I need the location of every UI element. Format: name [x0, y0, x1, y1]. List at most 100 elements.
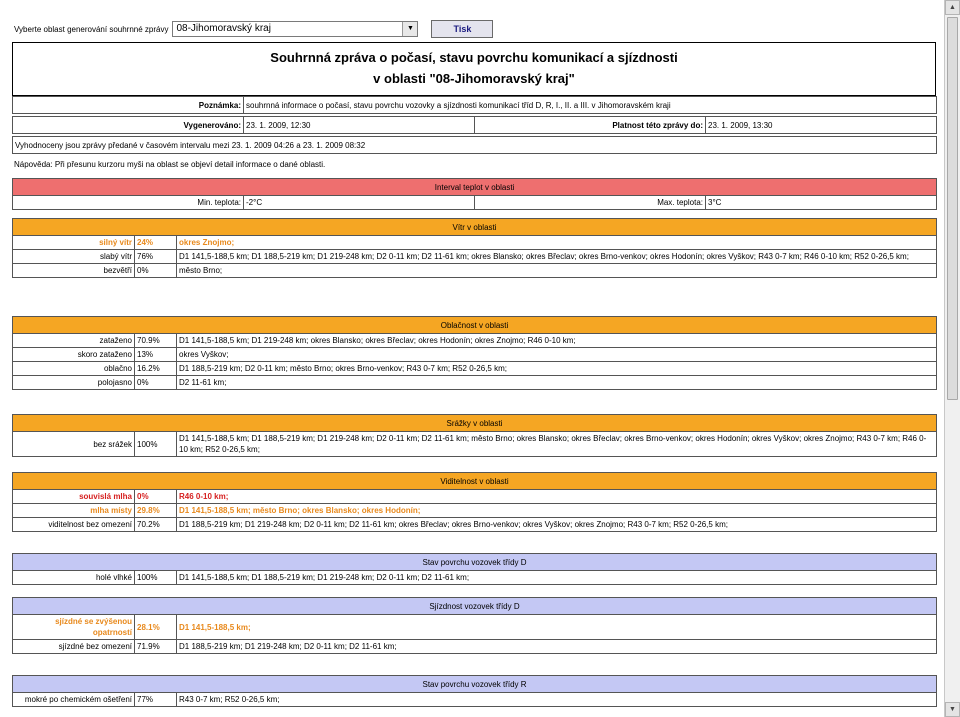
min-temp-value: -2°C [243, 195, 475, 210]
scroll-up-icon[interactable]: ▲ [945, 0, 960, 15]
note-table: Poznámka: souhrnná informace o počasí, s… [12, 96, 937, 114]
table-row[interactable]: zataženo 70.9% D1 141,5-188,5 km; D1 219-2… [12, 333, 938, 348]
temperature-table: Interval teplot v oblasti Min. teplota: … [11, 178, 938, 210]
condition-label: silný vítr [12, 235, 135, 250]
table-row[interactable]: mokré po chemickém ošetření 77% R43 0-7 km… [12, 692, 938, 707]
section-stav-povrchu-vozovek-tridy-r: Stav povrchu vozovek třídy Rmokré po che… [11, 675, 938, 707]
condition-label: holé vlhké [12, 570, 135, 585]
table-row[interactable]: souvislá mlha 0% R46 0-10 km; [12, 489, 938, 504]
report-page: Vyberte oblast generování souhrnné zpráv… [0, 0, 944, 717]
generated-table: Vygenerováno: 23. 1. 2009, 12:30 Platnos… [12, 116, 937, 134]
condition-areas: okres Vyškov; [175, 347, 938, 362]
condition-label: skoro zataženo [12, 347, 135, 362]
condition-percent: 76% [134, 249, 177, 264]
scroll-down-icon[interactable]: ▼ [945, 702, 960, 717]
region-select[interactable]: 08-Jihomoravský kraj ▼ [172, 21, 419, 37]
condition-label: polojasno [12, 375, 135, 390]
generated-row: Vygenerováno: 23. 1. 2009, 12:30 Platnos… [12, 116, 937, 134]
section-vitr-v-oblasti: Vítr v oblasti silný vítr 24% okres Znojmo;… [11, 218, 938, 278]
condition-areas: D1 141,5-188,5 km; [175, 614, 938, 640]
table-row[interactable]: oblačno 16.2% D1 188,5-219 km; D2 0-11 km;… [12, 361, 938, 376]
table-row[interactable]: skoro zataženo 13% okres Vyškov; [12, 347, 938, 362]
region-select-label: Vyberte oblast generování souhrnné zpráv… [14, 24, 169, 34]
scrollbar-thumb[interactable] [947, 17, 958, 400]
condition-label: bezvětří [12, 263, 135, 278]
condition-percent: 0% [134, 375, 177, 390]
generated-value: 23. 1. 2009, 12:30 [243, 116, 475, 134]
condition-percent: 70.9% [134, 333, 177, 348]
interval-table: Vyhodnoceny jsou zprávy předané v časové… [12, 136, 937, 154]
condition-areas: okres Znojmo; [175, 235, 938, 250]
section-header: Sjízdnost vozovek třídy D [11, 597, 938, 615]
condition-percent: 100% [134, 431, 177, 457]
table-row[interactable]: polojasno 0% D2 11-61 km; [12, 375, 938, 390]
condition-areas: D2 11-61 km; [175, 375, 938, 390]
chevron-down-icon[interactable]: ▼ [402, 22, 418, 36]
condition-percent: 71.9% [134, 639, 177, 654]
condition-label: mlha místy [12, 503, 135, 518]
condition-areas: D1 141,5-188,5 km; D1 188,5-219 km; D1 2… [175, 249, 938, 264]
section-header: Oblačnost v oblasti [11, 316, 938, 334]
condition-label: slabý vítr [12, 249, 135, 264]
vertical-scrollbar[interactable]: ▲ ▼ [944, 0, 960, 717]
table-row[interactable]: bez srážek 100% D1 141,5-188,5 km; D1 188,… [12, 431, 937, 457]
condition-percent: 70.2% [134, 517, 177, 532]
condition-areas: D1 188,5-219 km; D1 219-248 km; D2 0-11 … [175, 639, 938, 654]
condition-percent: 77% [134, 692, 177, 707]
condition-percent: 29.8% [134, 503, 177, 518]
max-temp-label: Max. teplota: [474, 195, 706, 210]
table-row[interactable]: silný vítr 24% okres Znojmo; [12, 235, 938, 250]
condition-label: souvislá mlha [12, 489, 135, 504]
print-button[interactable]: Tisk [431, 20, 494, 38]
condition-areas: D1 188,5-219 km; D1 219-248 km; D2 0-11 … [175, 517, 938, 532]
section-stav-povrchu-vozovek-tridy-d: Stav povrchu vozovek třídy Dholé vlhké 10… [11, 553, 938, 585]
condition-areas: D1 141,5-188,5 km; D1 188,5-219 km; D1 2… [175, 570, 938, 585]
report-subtitle: v oblasti "08-Jihomoravský kraj" [373, 71, 575, 86]
validity-value: 23. 1. 2009, 13:30 [705, 116, 937, 134]
max-temp-value: 3°C [704, 195, 938, 210]
section-oblacnost-v-oblasti: Oblačnost v oblasti zataženo 70.9% D1 141,5… [11, 316, 938, 390]
condition-label: sjízdné bez omezení [12, 639, 135, 654]
section-header: Viditelnost v oblasti [11, 472, 938, 490]
temperature-row[interactable]: Min. teplota: -2°C Max. teplota: 3°C [12, 195, 938, 210]
temperature-header: Interval teplot v oblasti [11, 178, 938, 196]
interval-text: Vyhodnoceny jsou zprávy předané v časové… [12, 136, 937, 154]
hover-hint: Nápověda: Při přesunu kurzoru myši na ob… [14, 160, 326, 169]
region-form: Vyberte oblast generování souhrnné zpráv… [14, 20, 494, 38]
condition-areas: D1 141,5-188,5 km; město Brno; okres Bla… [175, 503, 938, 518]
generated-label: Vygenerováno: [12, 116, 244, 134]
condition-label: mokré po chemickém ošetření [12, 692, 135, 707]
report-title-box: Souhrnná zpráva o počasí, stavu povrchu … [12, 42, 936, 96]
report-title: Souhrnná zpráva o počasí, stavu povrchu … [270, 50, 678, 65]
condition-percent: 24% [134, 235, 177, 250]
condition-percent: 28.1% [134, 614, 177, 640]
condition-areas: D1 188,5-219 km; D2 0-11 km; město Brno;… [175, 361, 938, 376]
condition-label: bez srážek [12, 431, 135, 457]
condition-label: oblačno [12, 361, 135, 376]
condition-percent: 13% [134, 347, 177, 362]
condition-areas: D1 141,5-188,5 km; D1 219-248 km; okres … [175, 333, 938, 348]
note-row: Poznámka: souhrnná informace o počasí, s… [12, 96, 937, 114]
section-srazky-v-oblasti: Srážky v oblasti bez srážek 100% D1 141,5-1… [12, 414, 937, 457]
note-label: Poznámka: [12, 96, 244, 114]
condition-percent: 16.2% [134, 361, 177, 376]
condition-label: sjízdné se zvýšenou opatrností [12, 614, 135, 640]
section-header: Stav povrchu vozovek třídy D [11, 553, 938, 571]
table-row[interactable]: holé vlhké 100% D1 141,5-188,5 km; D1 188,… [12, 570, 938, 585]
note-value: souhrnná informace o počasí, stavu povrc… [243, 96, 937, 114]
validity-label: Platnost této zprávy do: [474, 116, 706, 134]
condition-areas: město Brno; [175, 263, 938, 278]
condition-label: viditelnost bez omezení [12, 517, 135, 532]
table-row[interactable]: sjízdné bez omezení 71.9% D1 188,5-219 km;… [12, 639, 938, 654]
condition-percent: 0% [134, 489, 177, 504]
table-row[interactable]: bezvětří 0% město Brno; [12, 263, 938, 278]
section-header: Vítr v oblasti [11, 218, 938, 236]
table-row[interactable]: viditelnost bez omezení 70.2% D1 188,5-219… [12, 517, 938, 532]
table-row[interactable]: sjízdné se zvýšenou opatrností 28.1% D1 14… [12, 614, 938, 640]
condition-areas: D1 141,5-188,5 km; D1 188,5-219 km; D1 2… [176, 431, 937, 457]
section-viditelnost-v-oblasti: Viditelnost v oblasti souvislá mlha 0% R46 … [11, 472, 938, 532]
table-row[interactable]: slabý vítr 76% D1 141,5-188,5 km; D1 188,5… [12, 249, 938, 264]
table-row[interactable]: mlha místy 29.8% D1 141,5-188,5 km; město … [12, 503, 938, 518]
section-header: Srážky v oblasti [12, 414, 937, 432]
interval-row: Vyhodnoceny jsou zprávy předané v časové… [12, 136, 937, 154]
